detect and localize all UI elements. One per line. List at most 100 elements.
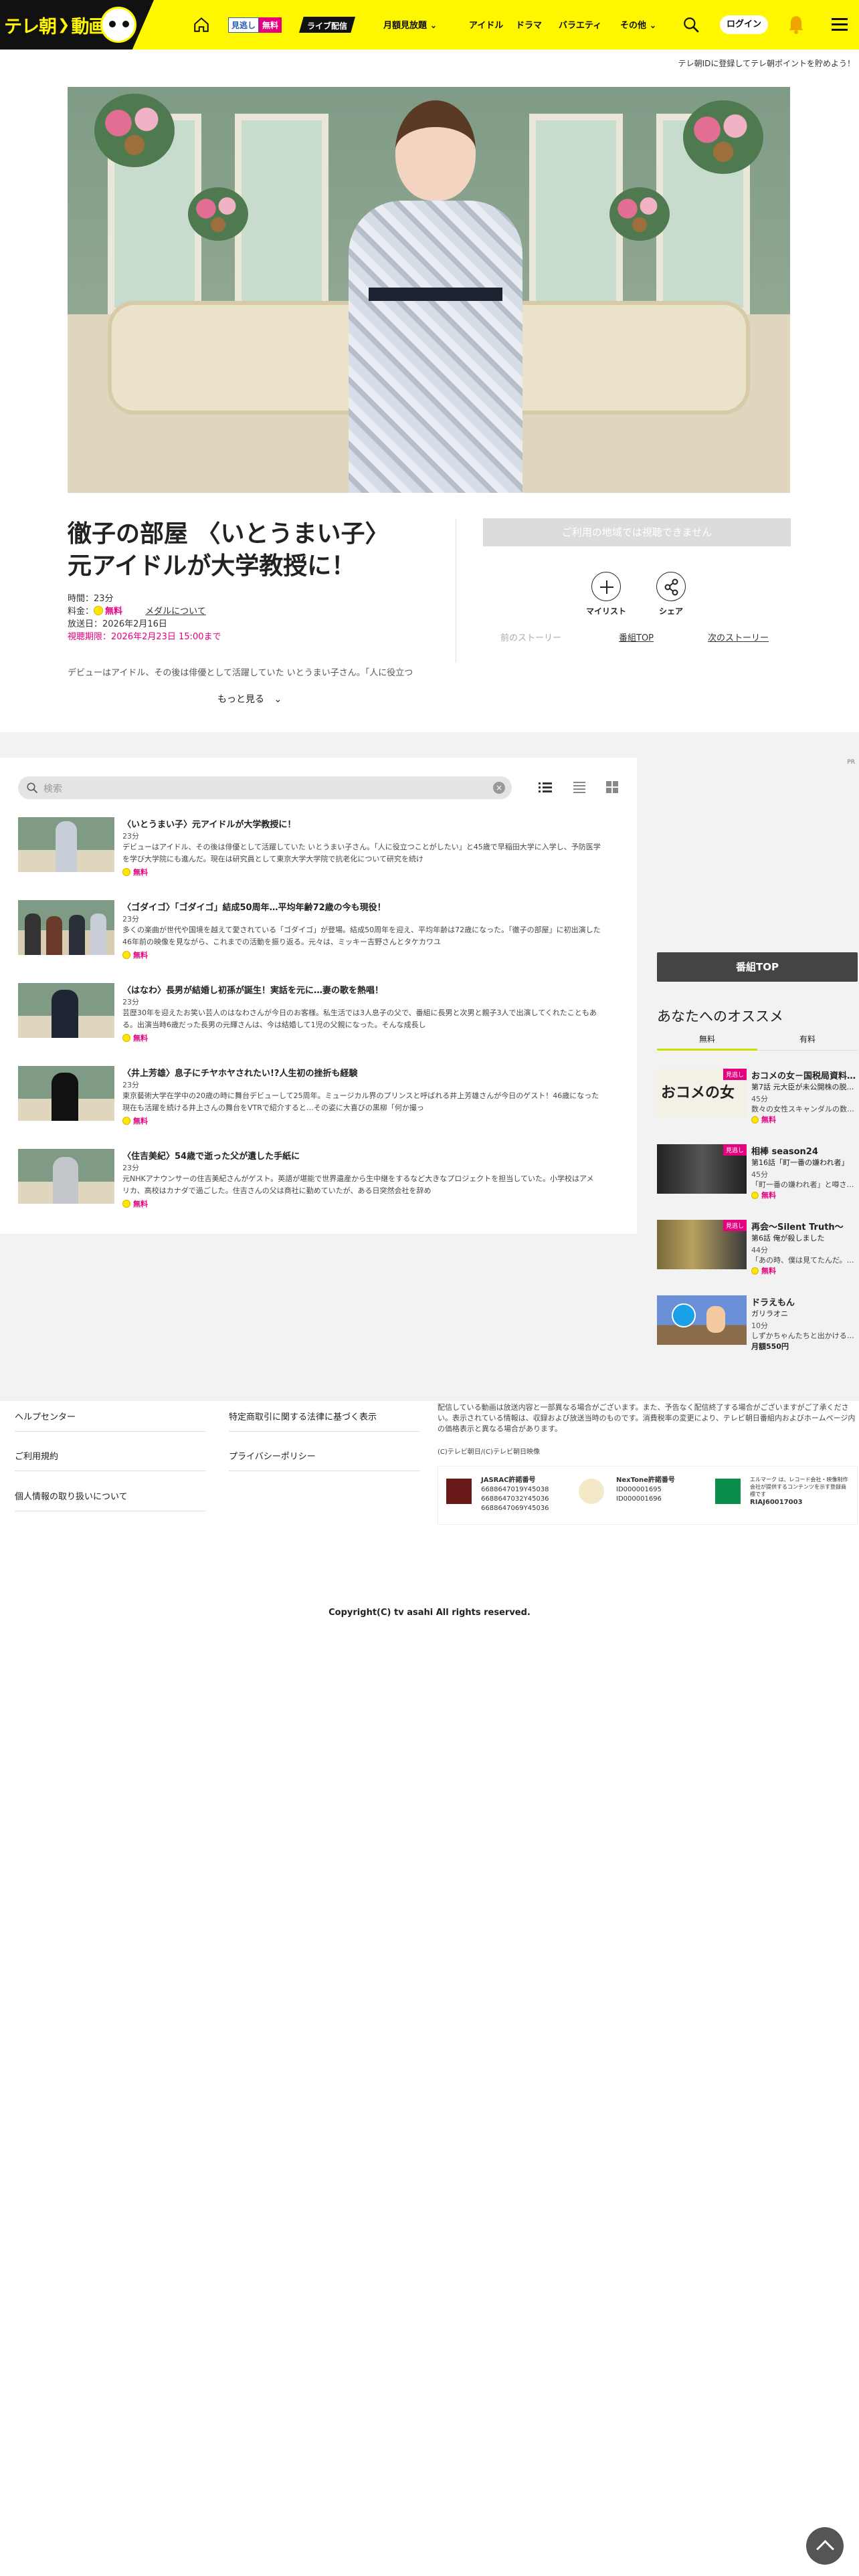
- nextone-title: NexTone許諾番号: [616, 1477, 675, 1484]
- free-badge: 無料: [122, 867, 148, 877]
- episode-list-item[interactable]: 〈はなわ〉長男が結婚し初孫が誕生！実話を元に…妻の歌を熱唱！ 23分 芸歴30年…: [18, 983, 620, 1043]
- prev-story-link[interactable]: 前のストーリー: [500, 631, 561, 643]
- episode-list-item[interactable]: 〈住吉美紀〉54歳で逝った父が遺した手紙に 23分 元NHKアナウンサーの住吉美…: [18, 1149, 620, 1208]
- free-label: 無料: [259, 17, 282, 33]
- recommend-item[interactable]: 見逃し 相棒 season24 第16話「町一番の嫌われ者」 45分 「町一番の…: [657, 1144, 858, 1200]
- live-stream-link[interactable]: ライブ配信: [299, 17, 356, 33]
- clear-search-icon[interactable]: ×: [493, 782, 505, 794]
- program-top-link[interactable]: 番組TOP: [619, 631, 654, 643]
- back-to-top-button[interactable]: [806, 2527, 844, 2565]
- share-icon: [664, 578, 678, 596]
- hero-window: [529, 114, 623, 314]
- compact-list-view-icon[interactable]: [572, 780, 587, 794]
- medal-icon: [751, 1267, 759, 1275]
- footer-link-privacy-policy[interactable]: プライバシーポリシー: [229, 1449, 316, 1462]
- logo-text: テレ朝: [4, 16, 57, 37]
- recommend-subtitle: ガリラオニ: [751, 1309, 788, 1318]
- l-mark-icon: [715, 1479, 741, 1504]
- footer-link-tokushoho[interactable]: 特定商取引に関する法律に基づく表示: [229, 1410, 377, 1422]
- mylist-label: マイリスト: [585, 607, 626, 616]
- medal-icon: [751, 1116, 759, 1123]
- recommend-title: 相棒 season24: [751, 1147, 818, 1157]
- episode-desc: デビューはアイドル、その後は俳優として活躍していた いとうまい子さん。「人に役立…: [122, 843, 601, 863]
- recommend-duration: 45分: [751, 1170, 768, 1179]
- recommend-subtitle: 第16話「町一番の嫌われ者」: [751, 1158, 849, 1167]
- grid-view-icon[interactable]: [605, 780, 619, 794]
- home-icon[interactable]: [193, 16, 210, 33]
- list-view-icon[interactable]: [538, 780, 553, 794]
- free-badge: 無料: [122, 1033, 148, 1043]
- recommend-thumbnail: おコメの女 見逃し: [657, 1069, 747, 1118]
- footer-link-terms[interactable]: ご利用規約: [15, 1449, 58, 1462]
- thumbnail-art: [672, 1303, 696, 1327]
- recommend-thumbnail: 見逃し: [657, 1220, 747, 1269]
- more-button[interactable]: もっと見る ⌄: [217, 692, 282, 706]
- episode-title: 〈井上芳雄〉息子にチヤホヤされたい!?人生初の挫折も経験: [122, 1069, 358, 1079]
- episode-list-item[interactable]: 〈井上芳雄〉息子にチヤホヤされたい!?人生初の挫折も経験 23分 東京藝術大学在…: [18, 1066, 620, 1125]
- recommend-item[interactable]: 見逃し 再会～Silent Truth～ 第6話 俺が殺しました 44分 「あの…: [657, 1220, 858, 1276]
- hero-guest-body: [349, 201, 522, 493]
- episode-duration: 23分: [122, 915, 139, 924]
- mylist-button[interactable]: [591, 572, 621, 601]
- hero-guest-belt: [369, 288, 502, 301]
- episode-meta: 時間：23分 料金： 無料 メダルについて 放送日：2026年2月16日 視聴期限…: [68, 593, 221, 643]
- promo-text[interactable]: テレ朝IDに登録してテレ朝ポイントを貯めよう！: [678, 58, 855, 69]
- episode-list-item[interactable]: 〈いとうまい子〉元アイドルが大学教授に！ 23分 デビューはアイドル、その後は俳…: [18, 817, 620, 877]
- recommend-item[interactable]: ドラえもん ガリラオニ 10分 しずかちゃんたちと出かける… 月額550円: [657, 1295, 858, 1352]
- hero-image[interactable]: [68, 87, 790, 493]
- free-label: 無料: [133, 868, 148, 877]
- pr-label: PR: [847, 759, 855, 766]
- medal-icon: [94, 606, 104, 615]
- nav-item-drama[interactable]: ドラマ: [516, 18, 559, 31]
- recommend-title: おコメの女－国税局資料…: [751, 1071, 856, 1081]
- episode-description: デビューはアイドル、その後は俳優として活躍していた いとうまい子さん。「人に役立…: [68, 668, 413, 678]
- watch-button-disabled[interactable]: ご利用の地域では視聴できません: [483, 518, 791, 546]
- jasrac-number: 6688647069Y45036: [481, 1505, 549, 1512]
- bell-icon[interactable]: [787, 15, 805, 35]
- episode-desc: 東京藝術大学在学中の20歳の時に舞台デビューして25周年。ミュージカル界のプリン…: [122, 1091, 599, 1112]
- search-placeholder: 検索: [43, 784, 62, 794]
- episode-list-item[interactable]: 〈ゴダイゴ〉「ゴダイゴ」結成50周年…平均年齢72歳の今も現役！ 23分 多くの…: [18, 900, 620, 960]
- missed-free-link[interactable]: 見逃し 無料: [228, 17, 282, 33]
- tab-paid[interactable]: 有料: [757, 1033, 858, 1051]
- episode-title: 〈住吉美紀〉54歳で逝った父が遺した手紙に: [122, 1152, 300, 1162]
- riaj-info: エルマーク は、レコード会社・映像制作会社が提供するコンテンツを示す登録商標です…: [750, 1476, 850, 1507]
- viewing-period: 視聴期限：2026年2月23日 15:00まで: [68, 632, 221, 642]
- title-line-2: 元アイドルが大学教授に！: [68, 552, 356, 580]
- jasrac-title: JASRAC許諾番号: [481, 1477, 536, 1484]
- medal-icon: [751, 1192, 759, 1199]
- nav-item-other[interactable]: その他 ⌄: [620, 18, 674, 31]
- search-input[interactable]: 検索 ×: [18, 776, 512, 799]
- price-label: 月額550円: [751, 1342, 789, 1351]
- footer-link-privacy-handling[interactable]: 個人情報の取り扱いについて: [15, 1489, 128, 1502]
- recommend-duration: 44分: [751, 1246, 768, 1255]
- footer-link-help[interactable]: ヘルプセンター: [15, 1410, 76, 1422]
- hero-flowers: [683, 100, 763, 174]
- free-badge: 無料: [122, 1115, 148, 1126]
- share-button[interactable]: [656, 572, 686, 601]
- nextone-number: ID000001695: [616, 1486, 662, 1493]
- search-icon[interactable]: [682, 16, 700, 33]
- program-top-button[interactable]: 番組TOP: [657, 952, 858, 982]
- nav-item-variety[interactable]: バラエティ: [559, 18, 620, 31]
- site-logo[interactable]: テレ朝 ❯ 動画: [4, 10, 106, 39]
- nav-item-monthly[interactable]: 月額見放題 ⌄: [383, 18, 469, 31]
- hamburger-menu-icon[interactable]: [832, 18, 848, 31]
- next-story-link[interactable]: 次のストーリー: [708, 631, 769, 643]
- episode-thumbnail: [18, 1066, 114, 1121]
- tab-free[interactable]: 無料: [657, 1033, 757, 1051]
- login-button[interactable]: ログイン: [720, 15, 768, 34]
- medal-icon: [122, 1200, 130, 1208]
- footer-divider: [15, 1431, 206, 1432]
- recommend-heading: あなたへのオススメ: [657, 1008, 783, 1025]
- nav-item-idol[interactable]: アイドル: [469, 18, 516, 31]
- medal-info-link[interactable]: メダルについて: [145, 607, 206, 617]
- nextone-number: ID000001696: [616, 1495, 662, 1503]
- price-label: 料金：: [68, 607, 94, 617]
- thumbnail-art: [706, 1306, 725, 1333]
- recommend-item[interactable]: おコメの女 見逃し おコメの女－国税局資料… 第7話 元大臣が未公開株の脱… 4…: [657, 1069, 858, 1125]
- jasrac-number: 6688647032Y45036: [481, 1495, 549, 1503]
- episode-duration: 23分: [122, 998, 139, 1006]
- top-header: テレ朝 ❯ 動画 見逃し 無料 ライブ配信 月額見放題 ⌄ アイドル ドラマ バ…: [0, 0, 859, 49]
- jasrac-logo-icon: [446, 1479, 472, 1504]
